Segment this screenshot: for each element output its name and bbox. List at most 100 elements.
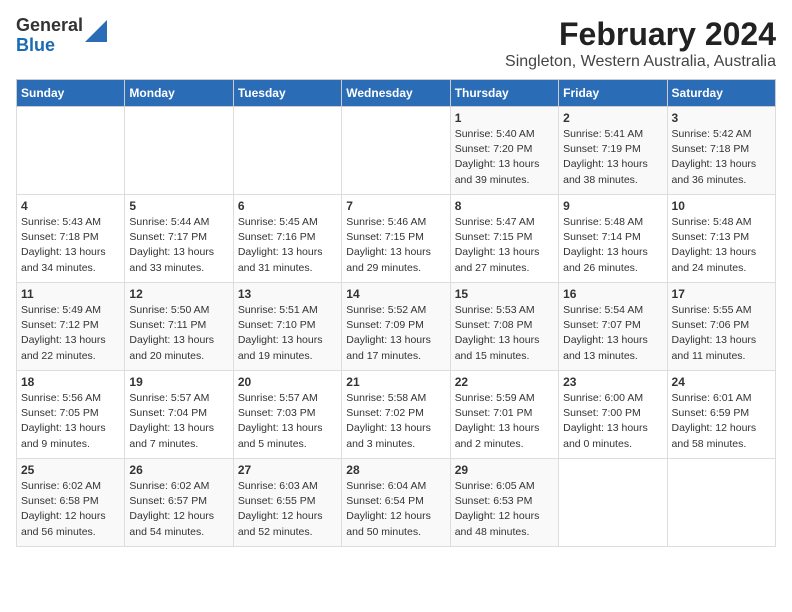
day-number: 5 [129,199,228,213]
day-number: 12 [129,287,228,301]
day-info: Sunrise: 5:48 AM Sunset: 7:13 PM Dayligh… [672,215,771,276]
calendar-cell [342,107,450,195]
day-info: Sunrise: 5:57 AM Sunset: 7:03 PM Dayligh… [238,391,337,452]
day-info: Sunrise: 5:51 AM Sunset: 7:10 PM Dayligh… [238,303,337,364]
calendar-body: 1 Sunrise: 5:40 AM Sunset: 7:20 PM Daylig… [17,107,776,547]
day-number: 4 [21,199,120,213]
day-info: Sunrise: 5:41 AM Sunset: 7:19 PM Dayligh… [563,127,662,188]
day-number: 23 [563,375,662,389]
calendar-cell: 11Sunrise: 5:49 AM Sunset: 7:12 PM Dayli… [17,283,125,371]
week-row-3: 11Sunrise: 5:49 AM Sunset: 7:12 PM Dayli… [17,283,776,371]
calendar-cell: 26Sunrise: 6:02 AM Sunset: 6:57 PM Dayli… [125,459,233,547]
day-info: Sunrise: 6:05 AM Sunset: 6:53 PM Dayligh… [455,479,554,540]
day-number: 27 [238,463,337,477]
calendar-cell: 17Sunrise: 5:55 AM Sunset: 7:06 PM Dayli… [667,283,775,371]
calendar-cell [667,459,775,547]
day-number: 17 [672,287,771,301]
calendar-cell: 25 Sunrise: 6:02 AM Sunset: 6:58 PM Dayli… [17,459,125,547]
day-number: 6 [238,199,337,213]
calendar-cell: 12 Sunrise: 5:50 AM Sunset: 7:11 PM Dayli… [125,283,233,371]
day-info: Sunrise: 5:57 AM Sunset: 7:04 PM Dayligh… [129,391,228,452]
page-title: February 2024 [505,16,776,53]
calendar-cell: 29 Sunrise: 6:05 AM Sunset: 6:53 PM Dayli… [450,459,558,547]
calendar-cell: 16Sunrise: 5:54 AM Sunset: 7:07 PM Dayli… [559,283,667,371]
calendar-cell: 13Sunrise: 5:51 AM Sunset: 7:10 PM Dayli… [233,283,341,371]
day-number: 28 [346,463,445,477]
week-row-2: 4Sunrise: 5:43 AM Sunset: 7:18 PM Daylig… [17,195,776,283]
day-number: 15 [455,287,554,301]
day-info: Sunrise: 6:03 AM Sunset: 6:55 PM Dayligh… [238,479,337,540]
day-info: Sunrise: 5:46 AM Sunset: 7:15 PM Dayligh… [346,215,445,276]
calendar-cell: 10 Sunrise: 5:48 AM Sunset: 7:13 PM Dayli… [667,195,775,283]
calendar-table: SundayMondayTuesdayWednesdayThursdayFrid… [16,79,776,547]
calendar-cell: 3 Sunrise: 5:42 AM Sunset: 7:18 PM Daylig… [667,107,775,195]
title-block: February 2024 Singleton, Western Austral… [505,16,776,71]
day-info: Sunrise: 5:42 AM Sunset: 7:18 PM Dayligh… [672,127,771,188]
calendar-cell: 8 Sunrise: 5:47 AM Sunset: 7:15 PM Daylig… [450,195,558,283]
calendar-cell: 2 Sunrise: 5:41 AM Sunset: 7:19 PM Daylig… [559,107,667,195]
day-number: 21 [346,375,445,389]
day-number: 1 [455,111,554,125]
day-header-sunday: Sunday [17,80,125,107]
day-info: Sunrise: 5:40 AM Sunset: 7:20 PM Dayligh… [455,127,554,188]
calendar-cell: 19 Sunrise: 5:57 AM Sunset: 7:04 PM Dayli… [125,371,233,459]
page-header: General Blue February 2024 Singleton, We… [16,16,776,71]
calendar-cell: 22Sunrise: 5:59 AM Sunset: 7:01 PM Dayli… [450,371,558,459]
day-info: Sunrise: 5:58 AM Sunset: 7:02 PM Dayligh… [346,391,445,452]
week-row-1: 1 Sunrise: 5:40 AM Sunset: 7:20 PM Daylig… [17,107,776,195]
day-header-saturday: Saturday [667,80,775,107]
week-row-5: 25 Sunrise: 6:02 AM Sunset: 6:58 PM Dayli… [17,459,776,547]
day-info: Sunrise: 6:00 AM Sunset: 7:00 PM Dayligh… [563,391,662,452]
calendar-cell [125,107,233,195]
day-info: Sunrise: 5:52 AM Sunset: 7:09 PM Dayligh… [346,303,445,364]
day-number: 29 [455,463,554,477]
logo-icon [85,20,107,42]
calendar-cell: 6Sunrise: 5:45 AM Sunset: 7:16 PM Daylig… [233,195,341,283]
calendar-cell: 5 Sunrise: 5:44 AM Sunset: 7:17 PM Daylig… [125,195,233,283]
calendar-cell [17,107,125,195]
week-row-4: 18Sunrise: 5:56 AM Sunset: 7:05 PM Dayli… [17,371,776,459]
day-number: 25 [21,463,120,477]
day-info: Sunrise: 5:53 AM Sunset: 7:08 PM Dayligh… [455,303,554,364]
calendar-cell: 23 Sunrise: 6:00 AM Sunset: 7:00 PM Dayli… [559,371,667,459]
day-info: Sunrise: 5:49 AM Sunset: 7:12 PM Dayligh… [21,303,120,364]
calendar-cell: 9 Sunrise: 5:48 AM Sunset: 7:14 PM Daylig… [559,195,667,283]
logo-text: General Blue [16,16,83,56]
day-number: 20 [238,375,337,389]
day-number: 22 [455,375,554,389]
calendar-cell: 4Sunrise: 5:43 AM Sunset: 7:18 PM Daylig… [17,195,125,283]
day-number: 24 [672,375,771,389]
page-subtitle: Singleton, Western Australia, Australia [505,53,776,71]
calendar-cell: 24 Sunrise: 6:01 AM Sunset: 6:59 PM Dayli… [667,371,775,459]
calendar-cell: 28 Sunrise: 6:04 AM Sunset: 6:54 PM Dayli… [342,459,450,547]
calendar-header: SundayMondayTuesdayWednesdayThursdayFrid… [17,80,776,107]
logo: General Blue [16,16,107,56]
calendar-cell: 1 Sunrise: 5:40 AM Sunset: 7:20 PM Daylig… [450,107,558,195]
day-info: Sunrise: 5:48 AM Sunset: 7:14 PM Dayligh… [563,215,662,276]
calendar-cell [559,459,667,547]
day-number: 9 [563,199,662,213]
day-header-wednesday: Wednesday [342,80,450,107]
day-header-monday: Monday [125,80,233,107]
day-info: Sunrise: 6:04 AM Sunset: 6:54 PM Dayligh… [346,479,445,540]
day-info: Sunrise: 6:01 AM Sunset: 6:59 PM Dayligh… [672,391,771,452]
calendar-cell: 20 Sunrise: 5:57 AM Sunset: 7:03 PM Dayli… [233,371,341,459]
day-info: Sunrise: 5:47 AM Sunset: 7:15 PM Dayligh… [455,215,554,276]
calendar-cell [233,107,341,195]
day-number: 7 [346,199,445,213]
day-number: 2 [563,111,662,125]
day-info: Sunrise: 6:02 AM Sunset: 6:58 PM Dayligh… [21,479,120,540]
day-info: Sunrise: 5:44 AM Sunset: 7:17 PM Dayligh… [129,215,228,276]
day-number: 16 [563,287,662,301]
calendar-cell: 27 Sunrise: 6:03 AM Sunset: 6:55 PM Dayli… [233,459,341,547]
day-number: 19 [129,375,228,389]
day-number: 26 [129,463,228,477]
day-number: 3 [672,111,771,125]
day-info: Sunrise: 5:56 AM Sunset: 7:05 PM Dayligh… [21,391,120,452]
day-info: Sunrise: 5:50 AM Sunset: 7:11 PM Dayligh… [129,303,228,364]
day-header-tuesday: Tuesday [233,80,341,107]
calendar-cell: 14Sunrise: 5:52 AM Sunset: 7:09 PM Dayli… [342,283,450,371]
day-number: 10 [672,199,771,213]
day-number: 8 [455,199,554,213]
day-header-thursday: Thursday [450,80,558,107]
